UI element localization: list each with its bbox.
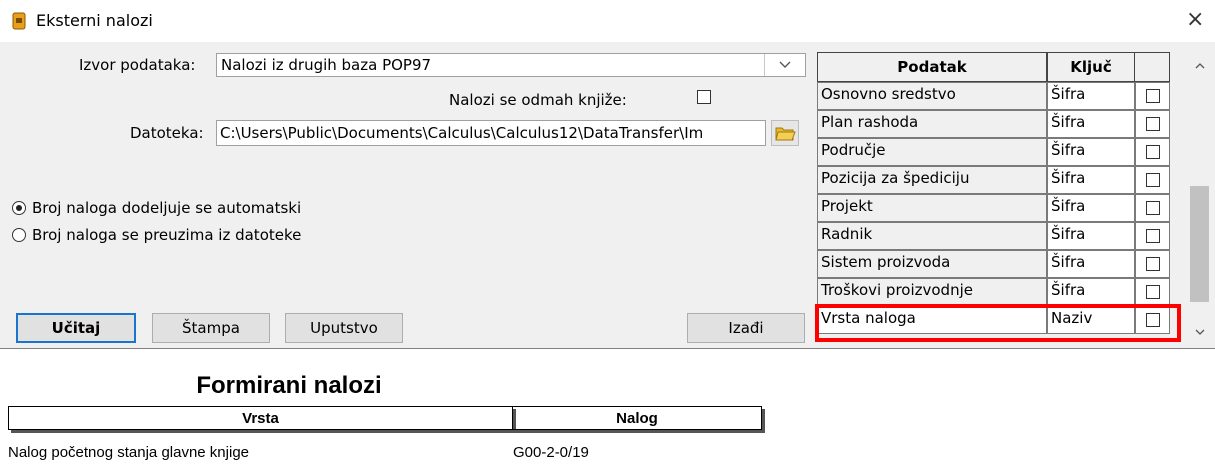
key-checkbox[interactable] xyxy=(1146,145,1160,159)
grid-row[interactable]: Radnik Šifra xyxy=(817,222,1187,250)
post-immediately-checkbox[interactable] xyxy=(697,90,711,104)
grid-cell-check xyxy=(1135,166,1170,194)
help-button[interactable]: Uputstvo xyxy=(285,313,403,343)
grid-cell-name[interactable]: Osnovno sredstvo xyxy=(817,82,1047,110)
window-title: Eksterni nalozi xyxy=(36,11,153,30)
print-button[interactable]: Štampa xyxy=(152,313,270,343)
key-checkbox[interactable] xyxy=(1146,89,1160,103)
radio-auto-label: Broj naloga dodeljuje se automatski xyxy=(32,199,302,217)
grid-cell-name[interactable]: Radnik xyxy=(817,222,1047,250)
key-checkbox[interactable] xyxy=(1146,285,1160,299)
browse-button[interactable] xyxy=(771,120,799,146)
grid-cell-check xyxy=(1135,250,1170,278)
report-col-order: Nalog xyxy=(513,406,762,430)
folder-icon xyxy=(775,127,796,141)
scroll-down-icon[interactable] xyxy=(1187,318,1212,346)
load-button[interactable]: Učitaj xyxy=(16,313,136,343)
grid-cell-key[interactable]: Šifra xyxy=(1047,194,1135,222)
highlight-box xyxy=(815,304,1181,342)
grid-cell-key[interactable]: Šifra xyxy=(1047,166,1135,194)
grid-cell-check xyxy=(1135,222,1170,250)
grid-cell-key[interactable]: Šifra xyxy=(1047,138,1135,166)
report-cell-type: Nalog početnog stanja glavne knjige xyxy=(8,444,250,461)
report-col-type: Vrsta xyxy=(8,406,513,430)
grid-cell-name[interactable]: Troškovi proizvodnje xyxy=(817,278,1047,306)
grid-cell-check xyxy=(1135,110,1170,138)
key-checkbox[interactable] xyxy=(1146,201,1160,215)
key-checkbox[interactable] xyxy=(1146,117,1160,131)
grid-row[interactable]: Sistem proizvoda Šifra xyxy=(817,250,1187,278)
grid-cell-name[interactable]: Sistem proizvoda xyxy=(817,250,1047,278)
grid-cell-name[interactable]: Pozicija za špediciju xyxy=(817,166,1047,194)
grid-row[interactable]: Projekt Šifra xyxy=(817,194,1187,222)
scroll-up-icon[interactable] xyxy=(1187,52,1212,80)
report-cell-order: G00-2-0/19 xyxy=(513,444,589,461)
grid-cell-check xyxy=(1135,82,1170,110)
grid-header-check xyxy=(1135,52,1170,82)
source-value: Nalozi iz drugih baza POP97 xyxy=(221,56,432,74)
grid-cell-name[interactable]: Plan rashoda xyxy=(817,110,1047,138)
grid-row[interactable]: Pozicija za špediciju Šifra xyxy=(817,166,1187,194)
grid-header-name: Podatak xyxy=(817,52,1047,82)
source-label: Izvor podataka: xyxy=(79,56,196,74)
key-checkbox[interactable] xyxy=(1146,257,1160,271)
grid-cell-name[interactable]: Područje xyxy=(817,138,1047,166)
grid-cell-check xyxy=(1135,138,1170,166)
grid-cell-name[interactable]: Projekt xyxy=(817,194,1047,222)
close-icon[interactable]: × xyxy=(1186,7,1204,32)
grid-cell-key[interactable]: Šifra xyxy=(1047,110,1135,138)
grid-cell-check xyxy=(1135,194,1170,222)
file-label: Datoteka: xyxy=(130,124,204,142)
grid-cell-key[interactable]: Šifra xyxy=(1047,222,1135,250)
radio-file-label: Broj naloga se preuzima iz datoteke xyxy=(32,226,302,244)
grid-scrollbar[interactable] xyxy=(1187,52,1212,346)
grid-cell-check xyxy=(1135,278,1170,306)
file-path-input[interactable]: C:\Users\Public\Documents\Calculus\Calcu… xyxy=(216,120,766,146)
radio-auto-number[interactable] xyxy=(12,201,26,215)
grid-cell-key[interactable]: Šifra xyxy=(1047,250,1135,278)
chevron-down-icon[interactable] xyxy=(764,54,805,76)
file-path-value: C:\Users\Public\Documents\Calculus\Calcu… xyxy=(220,124,704,142)
title-bar xyxy=(0,0,1215,42)
key-checkbox[interactable] xyxy=(1146,229,1160,243)
radio-file-number[interactable] xyxy=(12,228,26,242)
app-icon xyxy=(12,12,26,30)
report-title: Formirani nalozi xyxy=(196,372,382,399)
settings-panel xyxy=(0,42,812,348)
source-combo[interactable]: Nalozi iz drugih baza POP97 xyxy=(216,53,806,77)
post-label: Nalozi se odmah knjiže: xyxy=(449,91,627,109)
grid-cell-key[interactable]: Šifra xyxy=(1047,278,1135,306)
grid-row[interactable]: Područje Šifra xyxy=(817,138,1187,166)
scroll-thumb[interactable] xyxy=(1190,186,1209,302)
grid-row[interactable]: Plan rashoda Šifra xyxy=(817,110,1187,138)
exit-button[interactable]: Izađi xyxy=(687,313,805,343)
grid-header-key: Ključ xyxy=(1047,52,1135,82)
grid-row[interactable]: Osnovno sredstvo Šifra xyxy=(817,82,1187,110)
grid-cell-key[interactable]: Šifra xyxy=(1047,82,1135,110)
grid-row[interactable]: Troškovi proizvodnje Šifra xyxy=(817,278,1187,306)
key-checkbox[interactable] xyxy=(1146,173,1160,187)
